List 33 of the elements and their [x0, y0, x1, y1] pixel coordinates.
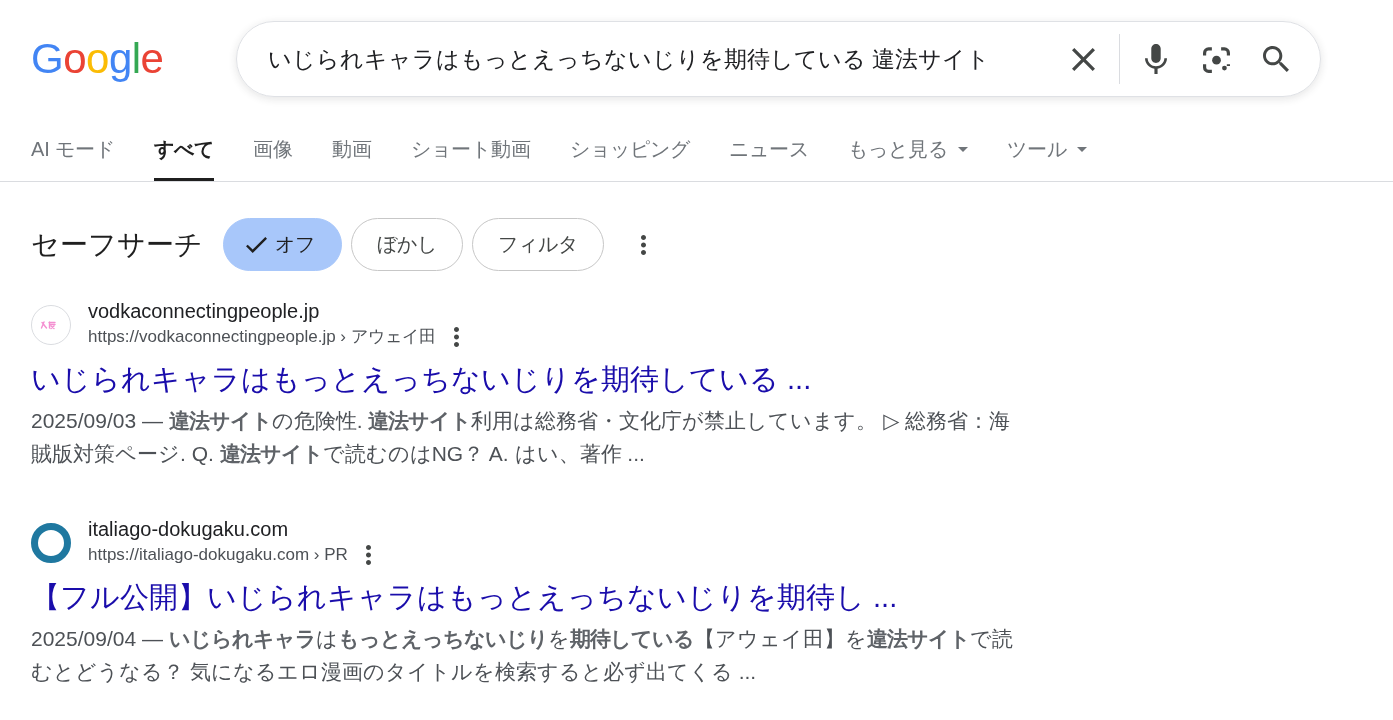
- close-icon[interactable]: [1071, 47, 1095, 71]
- search-input[interactable]: いじられキャラはもっとえっちないじりを期待している 違法サイト: [268, 42, 1047, 76]
- site-name: vodkaconnectingpeople.jp: [88, 300, 321, 322]
- nav-tab[interactable]: ツール: [1007, 117, 1088, 181]
- search-icon[interactable]: [1263, 46, 1289, 72]
- logo[interactable]: Google: [31, 34, 166, 84]
- more-options-icon[interactable]: [365, 545, 371, 565]
- result-url: https://italiago-dokugaku.com › PR: [88, 544, 348, 566]
- circle-logo-icon: [31, 305, 71, 345]
- more-options-icon[interactable]: [453, 327, 459, 347]
- result-url: https://vodkaconnectingpeople.jp › アウェイ田: [88, 326, 436, 348]
- result-title-link[interactable]: 【フル公開】いじられキャラはもっとえっちないじりを期待し ...: [31, 578, 898, 616]
- filter-chip[interactable]: オフ: [223, 218, 342, 271]
- nav-tab[interactable]: ショッピング: [570, 117, 691, 181]
- result-snippet: 2025/09/04 — いじられキャラはもっとえっちないじりを期待している【アウェイ田】を違法サイトで読むとどうなる？ 気になるエロ漫画のタイトルを検索すると必ず出てくる ...: [31, 626, 1014, 685]
- filter-chip[interactable]: ぼかし: [351, 218, 463, 271]
- nav-tab[interactable]: ショート動画: [411, 117, 532, 181]
- nav-tab[interactable]: もっと見る: [848, 117, 969, 181]
- nav-tab[interactable]: すべて: [154, 117, 215, 181]
- microphone-icon[interactable]: [1145, 44, 1167, 74]
- nav-tab[interactable]: AI モード: [31, 117, 116, 181]
- nav-tab[interactable]: ニュース: [729, 117, 810, 181]
- safe-search-label: セーフサーチ: [31, 227, 203, 262]
- site-name: italiago-dokugaku.com: [88, 518, 290, 540]
- result-snippet: 2025/09/03 — 違法サイトの危険性. 違法サイト利用は総務省・文化庁が禁止しています。 ▷ 総務省：海賊版対策ページ. Q. 違法サイトで読むのはNG？ A. はい、著作 ...: [31, 408, 1012, 467]
- result-title-link[interactable]: いじられキャラはもっとえっちないじりを期待している ...: [31, 360, 812, 398]
- nav-tab[interactable]: 動画: [332, 117, 373, 181]
- filter-chip[interactable]: フィルタ: [472, 218, 604, 271]
- nav-tab[interactable]: 画像: [253, 117, 294, 181]
- camera-lens-icon[interactable]: [1202, 45, 1230, 73]
- check-icon: [246, 236, 267, 253]
- more-options-icon[interactable]: [641, 234, 646, 255]
- ring-logo-icon: [31, 523, 71, 563]
